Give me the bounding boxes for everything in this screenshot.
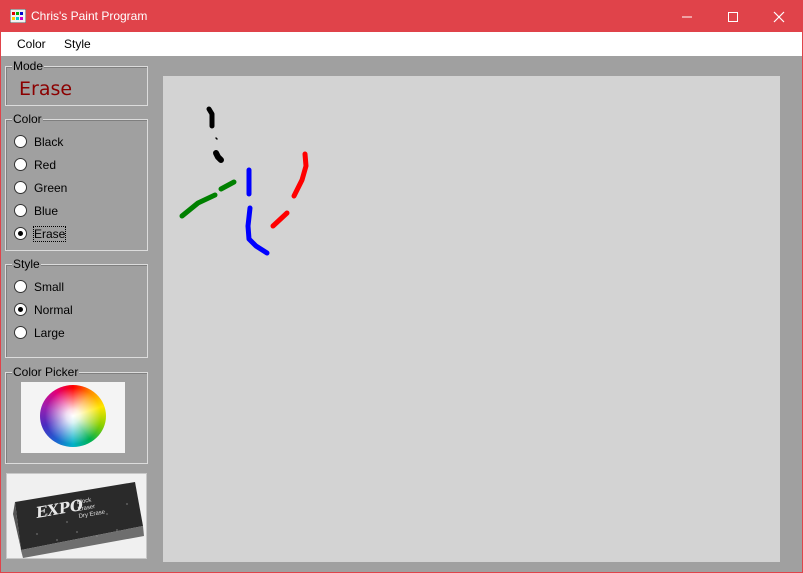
color-picker-label: Color Picker [12,365,80,379]
minimize-button[interactable] [664,1,710,32]
minimize-icon [682,16,692,18]
color-group: Color Black Red Green Blue Erase [5,112,148,251]
maximize-icon [728,12,738,22]
color-group-label: Color [12,112,43,126]
paint-app-icon [10,9,26,23]
red-stroke-top [291,151,309,199]
app-window: Chris's Paint Program Color Style Mode E… [0,0,803,573]
window-title: Chris's Paint Program [31,9,148,23]
radio-button[interactable] [14,158,27,171]
close-button[interactable] [756,1,802,32]
color-picker-box[interactable] [21,382,125,453]
radio-label: Normal [34,303,73,317]
title-bar[interactable]: Chris's Paint Program [1,1,802,32]
color-picker-group: Color Picker [5,365,148,464]
menu-color[interactable]: Color [15,37,48,51]
radio-label: Small [34,280,65,294]
radio-button[interactable] [14,326,27,339]
black-stroke-blob [213,150,224,163]
red-stroke-bottom [270,210,290,229]
drawing-canvas[interactable] [163,76,780,562]
radio-label: Blue [34,204,59,218]
maximize-button[interactable] [710,1,756,32]
mode-group-label: Mode [12,59,45,73]
eraser-image[interactable]: EXPO Block Eraser Dry Erase [6,473,147,559]
blue-stroke-bottom [245,205,270,256]
radio-button-selected[interactable] [14,227,27,240]
canvas-strokes[interactable] [163,76,780,562]
radio-label: Erase [32,226,67,242]
menu-style[interactable]: Style [62,37,93,51]
mode-value: Erase [19,78,73,100]
radio-button[interactable] [14,181,27,194]
black-stroke [206,106,215,129]
black-stroke-dot [215,137,218,140]
radio-button[interactable] [14,135,27,148]
green-stroke-top [218,179,237,192]
style-group-label: Style [12,257,41,271]
radio-label: Green [34,181,68,195]
style-group: Style Small Normal Large [5,257,148,358]
radio-button-selected[interactable] [14,303,27,316]
radio-button[interactable] [14,204,27,217]
close-icon [773,11,785,23]
menu-bar: Color Style [1,32,802,56]
radio-label: Red [34,158,57,172]
mode-group: Mode Erase [5,59,148,106]
radio-label: Black [34,135,64,149]
radio-label: Large [34,326,65,340]
radio-button[interactable] [14,280,27,293]
green-stroke-bottom [179,192,218,219]
color-wheel-icon[interactable] [40,385,106,447]
eraser-icon: EXPO Block Eraser Dry Erase [13,482,144,558]
